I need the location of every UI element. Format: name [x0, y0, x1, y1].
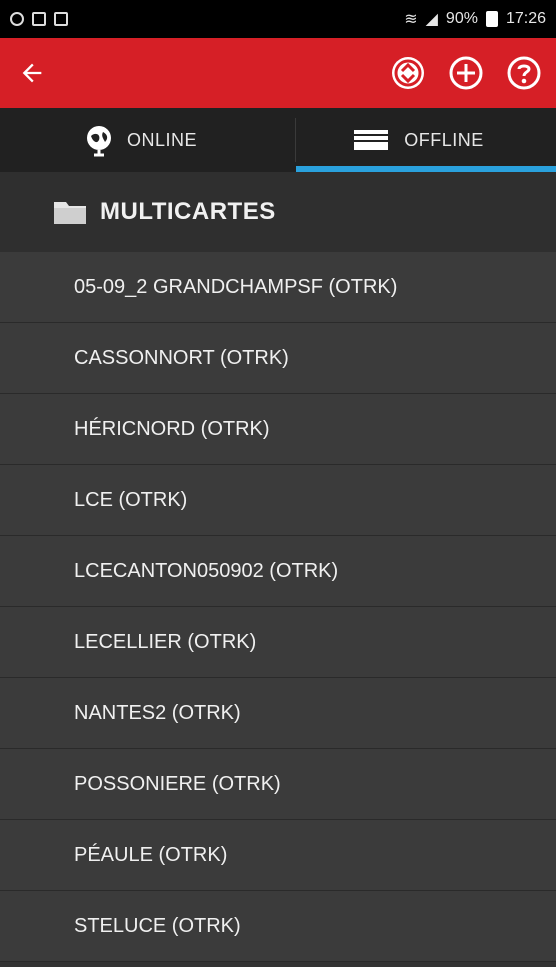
list-item[interactable]: POSSONIERE (OTRK): [0, 749, 556, 820]
add-icon: [449, 56, 483, 90]
list-item-label: POSSONIERE (OTRK): [74, 772, 281, 795]
list-item-label: CASSONNORT (OTRK): [74, 346, 289, 369]
list-item[interactable]: NANTES2 (OTRK): [0, 678, 556, 749]
tab-divider: [295, 118, 296, 162]
map-list: 05-09_2 GRANDCHAMPSF (OTRK) CASSONNORT (…: [0, 252, 556, 962]
list-item[interactable]: LECELLIER (OTRK): [0, 607, 556, 678]
list-item-label: PÉAULE (OTRK): [74, 843, 228, 866]
storage-icon: [354, 130, 389, 150]
back-button[interactable]: [12, 53, 52, 93]
battery-icon: [485, 11, 498, 27]
image-icon: [54, 12, 68, 26]
toolbar: [0, 38, 556, 108]
folder-icon: [54, 202, 86, 224]
list-item[interactable]: PÉAULE (OTRK): [0, 820, 556, 891]
help-icon: [507, 56, 541, 90]
clock: 17:26: [505, 10, 546, 27]
list-item[interactable]: 05-09_2 GRANDCHAMPSF (OTRK): [0, 252, 556, 323]
signal-icon: ◢: [425, 11, 438, 28]
list-item-label: LECELLIER (OTRK): [74, 630, 257, 653]
list-item-label: LCECANTON050902 (OTRK): [74, 559, 339, 582]
list-item-label: NANTES2 (OTRK): [74, 701, 241, 724]
back-arrow-icon: [22, 63, 42, 83]
tabs: ONLINE OFFLINE: [0, 108, 556, 172]
folder-label: MULTICARTES: [100, 198, 276, 225]
wifi-icon: ≋: [404, 11, 418, 28]
battery-percent: 90%: [445, 10, 478, 27]
folder-row[interactable]: MULTICARTES: [0, 172, 556, 252]
list-item[interactable]: HÉRICNORD (OTRK): [0, 394, 556, 465]
list-item[interactable]: STELUCE (OTRK): [0, 891, 556, 962]
list-item[interactable]: LCE (OTRK): [0, 465, 556, 536]
sync-status-icon: [10, 12, 24, 26]
tab-online[interactable]: ONLINE: [0, 108, 278, 172]
sync-icon: [392, 57, 424, 89]
tab-online-label: ONLINE: [126, 129, 198, 150]
list-item-label: HÉRICNORD (OTRK): [74, 417, 270, 440]
sync-button[interactable]: [388, 53, 428, 93]
add-button[interactable]: [446, 53, 486, 93]
tab-offline[interactable]: OFFLINE: [278, 108, 556, 172]
notification-icon: [32, 12, 46, 26]
list-item-label: LCE (OTRK): [74, 488, 188, 511]
status-bar: ≋ ◢ 90% 17:26: [0, 0, 556, 38]
list-item-label: STELUCE (OTRK): [74, 914, 241, 937]
status-right: ≋ ◢ 90% 17:26: [404, 9, 546, 29]
list-item[interactable]: CASSONNORT (OTRK): [0, 323, 556, 394]
tab-offline-label: OFFLINE: [404, 129, 484, 150]
list-item[interactable]: LCECANTON050902 (OTRK): [0, 536, 556, 607]
globe-icon: [86, 126, 111, 157]
list-item-label: 05-09_2 GRANDCHAMPSF (OTRK): [74, 275, 398, 298]
help-button[interactable]: [504, 53, 544, 93]
status-left: [10, 12, 68, 26]
toolbar-actions: [388, 53, 544, 93]
